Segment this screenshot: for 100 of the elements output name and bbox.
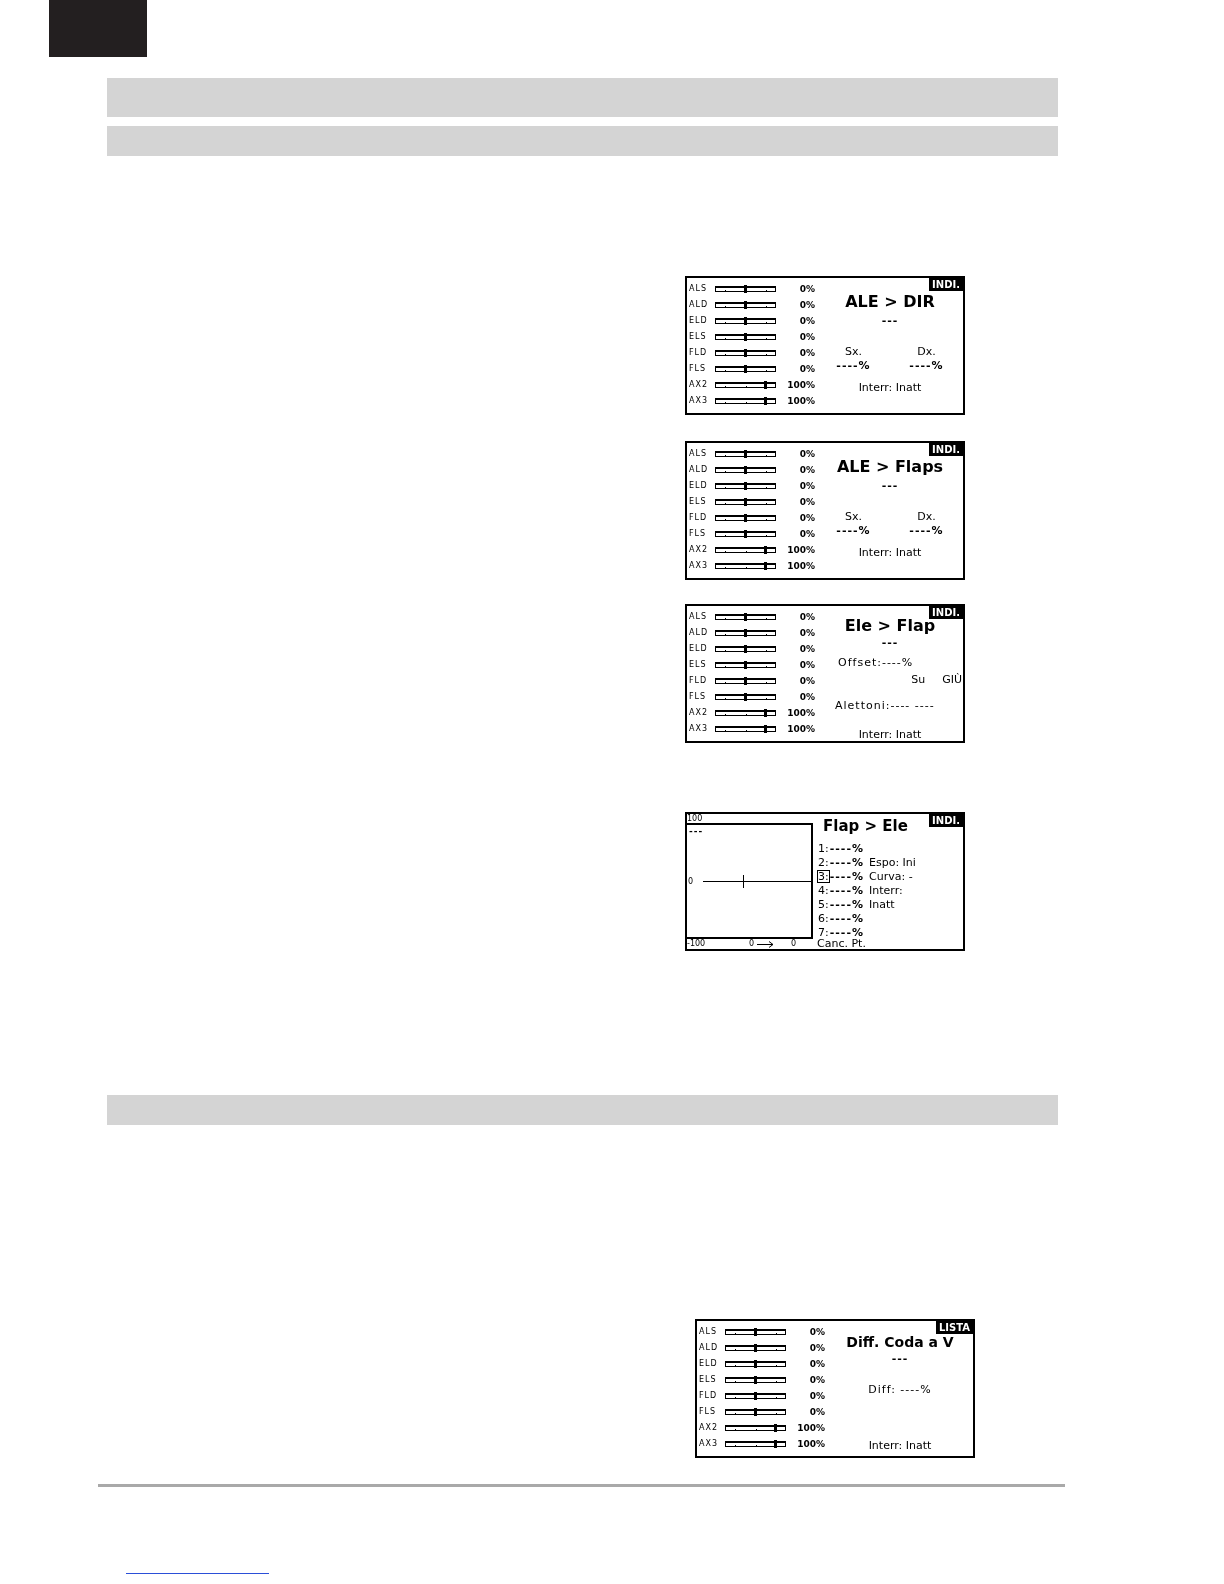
channel-reading: 100% — [786, 708, 815, 718]
channel-label: ELD — [688, 481, 709, 491]
point-value: ----% — [829, 870, 864, 882]
channel-reading: 0% — [798, 644, 815, 654]
channel-reading: 0% — [798, 497, 815, 507]
side-label: Sx. — [845, 511, 862, 523]
mode-tag: INDI. — [929, 606, 963, 619]
screen-title: ALE > DIR — [845, 292, 935, 311]
channel-reading: 100% — [786, 396, 815, 406]
value-text: --- — [881, 480, 899, 492]
channel-label: ALD — [688, 465, 710, 475]
channel-reading: 0% — [798, 628, 815, 638]
channel-label: AX2 — [688, 380, 710, 390]
channel-reading: 100% — [786, 380, 815, 390]
value-text: --- — [881, 315, 899, 327]
value-text: --- — [881, 637, 899, 649]
channel-label: ELS — [698, 1375, 718, 1385]
option-text: Espo: Ini — [869, 856, 916, 868]
point-value: ----% — [829, 856, 864, 868]
channel-reading: 0% — [798, 449, 815, 459]
channel-label: AX2 — [688, 708, 710, 718]
channel-label: ALS — [688, 449, 708, 459]
channel-reading: 0% — [798, 513, 815, 523]
channel-label: AX3 — [688, 561, 710, 571]
channel-reading: 0% — [808, 1391, 825, 1401]
channel-label: FLS — [688, 692, 708, 702]
delete-point-label: Canc. Pt. — [817, 939, 866, 949]
axis-label: -100 — [687, 939, 707, 949]
channel-reading: 0% — [808, 1375, 825, 1385]
side-value: ----% — [836, 525, 871, 537]
arrow-icon — [757, 940, 775, 948]
screen-title: Ele > Flap — [844, 617, 936, 635]
channel-label: AX2 — [688, 545, 710, 555]
channel-label: FLD — [688, 676, 709, 686]
switch-status: Interr: Inatt — [858, 547, 922, 559]
channel-reading: 0% — [798, 284, 815, 294]
switch-status: Interr: Inatt — [858, 382, 922, 394]
channel-reading: 0% — [808, 1327, 825, 1337]
channel-reading: 0% — [798, 364, 815, 374]
point-value: ----% — [829, 898, 864, 910]
point-number: 7: — [817, 925, 830, 939]
channel-label: ELS — [688, 332, 708, 342]
channel-label: AX3 — [688, 724, 710, 734]
channel-label: ELD — [688, 316, 709, 326]
channel-label: FLS — [688, 529, 708, 539]
direction-label: Su — [911, 674, 926, 686]
mode-tag: INDI. — [929, 814, 963, 827]
channel-label: AX3 — [688, 396, 710, 406]
channel-label: ELD — [688, 644, 709, 654]
channel-reading: 100% — [796, 1439, 825, 1449]
axis-label: 100 — [687, 814, 703, 823]
point-value: ----% — [829, 926, 864, 938]
screen-title: Diff. Coda a V — [846, 1333, 954, 1351]
point-value: ----% — [829, 842, 864, 854]
mode-tag: INDI. — [929, 278, 963, 291]
mode-tag: INDI. — [929, 443, 963, 456]
channel-label: ELS — [688, 497, 708, 507]
channel-reading: 0% — [798, 332, 815, 342]
point-number: 5: — [817, 897, 830, 911]
channel-label: ALS — [688, 612, 708, 622]
channel-label: FLD — [698, 1391, 719, 1401]
axis-label: 0 — [688, 877, 694, 886]
point-value: ----% — [829, 884, 864, 896]
channel-reading: 0% — [798, 692, 815, 702]
point-number: 4: — [817, 883, 830, 897]
channel-label: ALD — [698, 1343, 720, 1353]
channel-label: ALS — [698, 1327, 718, 1337]
channel-label: ALD — [688, 300, 710, 310]
channel-reading: 0% — [808, 1343, 825, 1353]
channel-label: ALS — [688, 284, 708, 294]
side-value: ----% — [836, 360, 871, 372]
direction-label: GIÙ — [942, 674, 962, 686]
point-number: 1: — [817, 841, 830, 855]
channel-reading: 0% — [798, 300, 815, 310]
diff-value: Diff: ----% — [868, 1384, 932, 1396]
channel-label: ALD — [688, 628, 710, 638]
channel-label: ELS — [688, 660, 708, 670]
offset-value: Offset:----% — [838, 657, 914, 669]
point-value: ----% — [829, 912, 864, 924]
point-number: 2: — [817, 855, 830, 869]
side-label: Dx. — [917, 346, 936, 358]
screen-title: Flap > Ele — [823, 816, 908, 836]
channel-reading: 0% — [798, 660, 815, 670]
mode-tag: LISTA — [935, 1321, 973, 1334]
channel-reading: 0% — [808, 1359, 825, 1369]
channel-reading: 0% — [798, 316, 815, 326]
point-number: 3: — [817, 869, 830, 883]
side-label: Dx. — [917, 511, 936, 523]
channel-label: AX2 — [698, 1423, 720, 1433]
channel-label: FLD — [688, 513, 709, 523]
side-value: ----% — [909, 360, 944, 372]
channel-label: ELD — [698, 1359, 719, 1369]
switch-status: Interr: Inatt — [858, 729, 922, 741]
channel-reading: 0% — [798, 676, 815, 686]
option-text: Curva: - — [869, 870, 913, 882]
channel-reading: 0% — [798, 348, 815, 358]
option-text: Inatt — [869, 898, 895, 910]
channel-label: AX3 — [698, 1439, 720, 1449]
axis-label: 0 — [749, 939, 755, 949]
channel-reading: 100% — [786, 545, 815, 555]
